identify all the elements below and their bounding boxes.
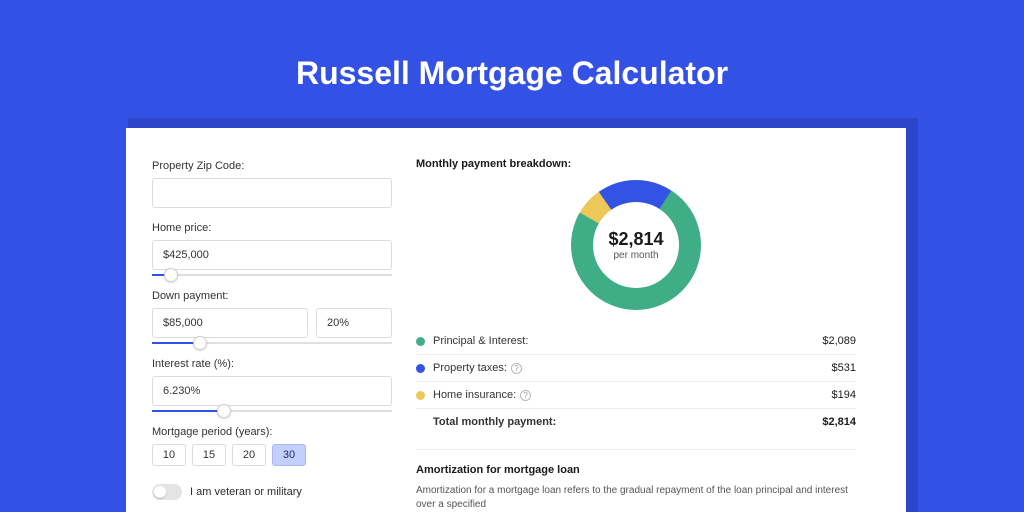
mortgage-period-row: Mortgage period (years): 10 15 20 30 (152, 426, 406, 466)
veteran-label: I am veteran or military (190, 486, 302, 498)
legend-value-taxes: $531 (832, 362, 856, 374)
home-price-input[interactable] (152, 240, 392, 270)
legend-row-insurance: Home insurance:? $194 (416, 382, 856, 409)
home-price-label: Home price: (152, 222, 406, 234)
period-option-20[interactable]: 20 (232, 444, 266, 466)
period-option-15[interactable]: 15 (192, 444, 226, 466)
zip-label: Property Zip Code: (152, 160, 406, 172)
donut-chart: $2,814 per month (571, 180, 701, 310)
veteran-row: I am veteran or military (152, 484, 406, 500)
legend-label-insurance: Home insurance:? (433, 389, 832, 401)
legend-row-principal: Principal & Interest: $2,089 (416, 328, 856, 355)
legend: Principal & Interest: $2,089 Property ta… (416, 328, 856, 435)
home-price-row: Home price: (152, 222, 406, 276)
interest-rate-input[interactable] (152, 376, 392, 406)
interest-rate-label: Interest rate (%): (152, 358, 406, 370)
legend-row-taxes: Property taxes:? $531 (416, 355, 856, 382)
zip-input[interactable] (152, 178, 392, 208)
zip-row: Property Zip Code: (152, 160, 406, 208)
legend-value-total: $2,814 (822, 416, 856, 428)
donut-chart-wrap: $2,814 per month (416, 180, 856, 310)
form-column: Property Zip Code: Home price: Down paym… (126, 128, 406, 500)
amortization-text: Amortization for a mortgage loan refers … (416, 484, 856, 512)
legend-value-principal: $2,089 (822, 335, 856, 347)
legend-dot-total-spacer (416, 418, 425, 427)
amortization-title: Amortization for mortgage loan (416, 464, 856, 476)
donut-center-amount: $2,814 (608, 229, 663, 250)
down-payment-percent-input[interactable] (316, 308, 392, 338)
legend-dot-taxes (416, 364, 425, 373)
home-price-slider[interactable] (152, 274, 392, 276)
legend-label-total: Total monthly payment: (433, 416, 822, 428)
down-payment-row: Down payment: (152, 290, 406, 344)
down-payment-slider-thumb[interactable] (193, 336, 207, 350)
veteran-toggle[interactable] (152, 484, 182, 500)
legend-dot-principal (416, 337, 425, 346)
calculator-card: Property Zip Code: Home price: Down paym… (126, 128, 906, 512)
period-option-30[interactable]: 30 (272, 444, 306, 466)
legend-dot-insurance (416, 391, 425, 400)
period-option-10[interactable]: 10 (152, 444, 186, 466)
breakdown-title: Monthly payment breakdown: (416, 158, 856, 170)
legend-label-principal: Principal & Interest: (433, 335, 822, 347)
interest-rate-row: Interest rate (%): (152, 358, 406, 412)
home-price-slider-thumb[interactable] (164, 268, 178, 282)
breakdown-column: Monthly payment breakdown: $2,814 per mo… (416, 128, 880, 512)
legend-label-taxes: Property taxes:? (433, 362, 832, 374)
mortgage-period-label: Mortgage period (years): (152, 426, 406, 438)
donut-center: $2,814 per month (593, 202, 679, 288)
donut-center-sub: per month (613, 250, 658, 261)
info-icon[interactable]: ? (511, 363, 522, 374)
legend-row-total: Total monthly payment: $2,814 (416, 409, 856, 435)
info-icon[interactable]: ? (520, 390, 531, 401)
interest-rate-slider-thumb[interactable] (217, 404, 231, 418)
down-payment-label: Down payment: (152, 290, 406, 302)
down-payment-amount-input[interactable] (152, 308, 308, 338)
down-payment-slider[interactable] (152, 342, 392, 344)
amortization-section: Amortization for mortgage loan Amortizat… (416, 449, 856, 512)
page-title: Russell Mortgage Calculator (0, 0, 1024, 92)
page-background: Russell Mortgage Calculator Property Zip… (0, 0, 1024, 512)
legend-value-insurance: $194 (832, 389, 856, 401)
veteran-toggle-knob (154, 486, 166, 498)
interest-rate-slider[interactable] (152, 410, 392, 412)
